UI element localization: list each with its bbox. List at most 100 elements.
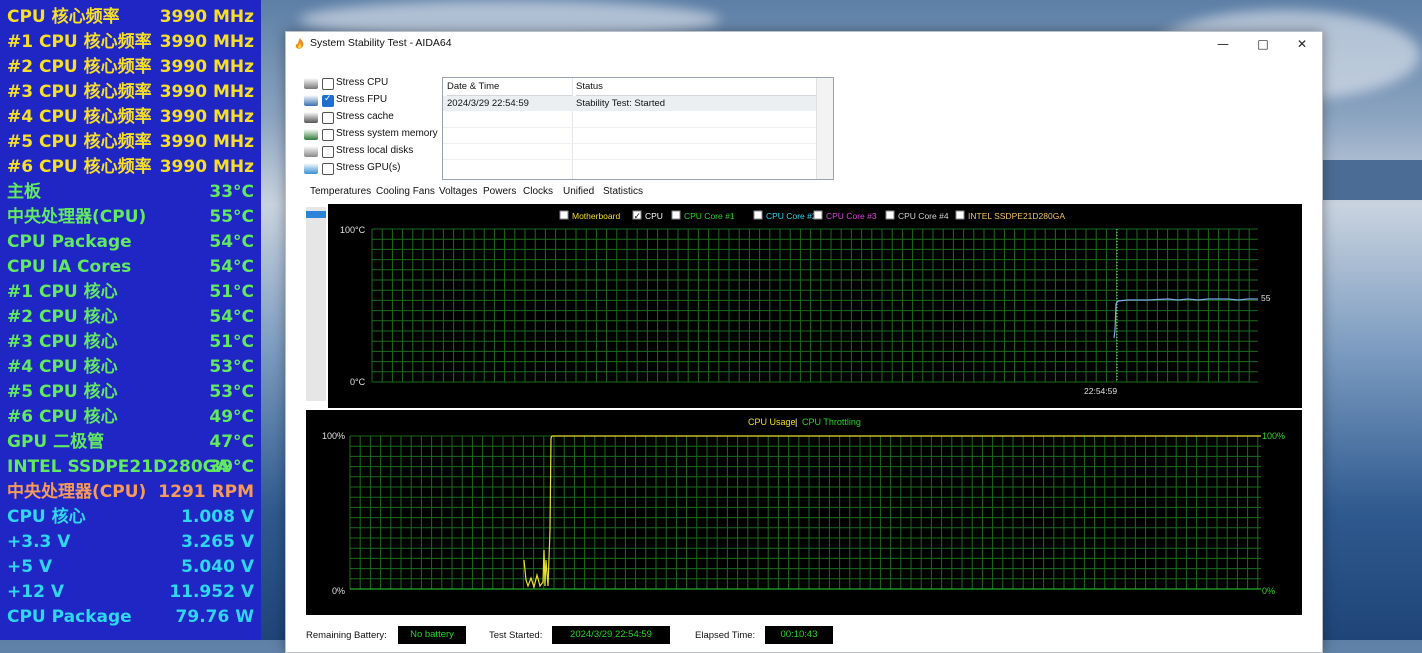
osd-row: #2 CPU 核心频率 3990 MHz [0, 55, 261, 80]
tab-statistics[interactable]: Statistics [603, 186, 643, 197]
desktop-mountains [1321, 160, 1422, 200]
usage-title-separator: | [795, 417, 797, 427]
maximize-icon[interactable]: □ [1244, 32, 1282, 56]
legend-checkbox[interactable] [813, 210, 823, 220]
osd-row: CPU 核心频率 3990 MHz [0, 5, 261, 30]
legend-item-label: CPU Core #1 [684, 211, 735, 221]
osd-row-value: 53°C [209, 357, 254, 377]
status-log-table[interactable]: Date & Time Status 2024/3/29 22:54:59 St… [442, 77, 834, 180]
osd-row-label: #5 CPU 核心 [7, 382, 118, 402]
column-header-date[interactable]: Date & Time [447, 78, 572, 96]
sensor-osd-panel: CPU 核心频率 3990 MHz #1 CPU 核心频率 3990 MHz #2 CP… [0, 0, 261, 640]
legend-checkbox[interactable] [559, 210, 569, 220]
stress-option-checkbox[interactable] [322, 78, 334, 90]
minimize-icon[interactable]: — [1204, 32, 1242, 56]
osd-row-label: #6 CPU 核心 [7, 407, 118, 427]
legend-checkbox[interactable] [885, 210, 895, 220]
tab-clocks[interactable]: Clocks [523, 186, 553, 197]
battery-value: No battery [398, 626, 466, 644]
osd-row-value: 3990 MHz [159, 7, 254, 27]
stress-option[interactable]: Stress FPU [304, 93, 444, 109]
osd-row: CPU IA Cores 54°C [0, 255, 261, 280]
temp-current-value-label: 55 [1261, 293, 1271, 303]
temp-time-label: 22:54:59 [1084, 386, 1117, 396]
legend-item-label: CPU [645, 211, 663, 221]
graph-list-scrollbar[interactable] [306, 207, 326, 401]
stress-option-label: Stress cache [336, 111, 394, 122]
elapsed-time-value: 00:10:43 [765, 626, 833, 644]
osd-row-label: INTEL SSDPE21D280GA [7, 457, 230, 477]
usage-grid [349, 435, 1261, 590]
legend-item-label: INTEL SSDPE21D280GA [968, 211, 1065, 221]
stress-option-checkbox[interactable] [322, 93, 334, 107]
column-divider [572, 78, 573, 179]
legend-checkbox[interactable] [753, 210, 763, 220]
osd-row: #3 CPU 核心频率 3990 MHz [0, 80, 261, 105]
window-title: System Stability Test - AIDA64 [310, 37, 452, 49]
stress-option-label: Stress system memory [336, 128, 438, 139]
osd-row-label: +3.3 V [7, 532, 71, 552]
tab-voltages[interactable]: Voltages [439, 186, 477, 197]
stress-option-checkbox[interactable] [322, 129, 334, 141]
osd-row-label: CPU IA Cores [7, 257, 132, 277]
osd-row-value: 3990 MHz [159, 82, 254, 102]
legend-checkbox[interactable] [955, 210, 965, 220]
legend-item-label: CPU Core #2 [766, 211, 817, 221]
tab-temperatures[interactable]: Temperatures [310, 186, 371, 197]
stress-option[interactable]: Stress cache [304, 110, 444, 126]
osd-row-value: 54°C [209, 257, 254, 277]
table-scrollbar[interactable] [816, 78, 833, 179]
osd-row-label: #5 CPU 核心频率 [7, 132, 152, 152]
legend-checkbox[interactable] [671, 210, 681, 220]
stress-option[interactable]: Stress system memory [304, 127, 444, 143]
osd-row-label: +12 V [7, 582, 64, 602]
stress-option-checkbox[interactable] [322, 112, 334, 124]
usage-y-bottom-right-label: 0% [1262, 586, 1275, 596]
osd-row-value: 3.265 V [181, 532, 254, 552]
osd-row-value: 51°C [209, 282, 254, 302]
osd-row-value: 51°C [209, 332, 254, 352]
stress-option-checkbox[interactable] [322, 163, 334, 175]
cpu-temperature-series [1113, 298, 1258, 339]
row-divider [443, 143, 816, 144]
osd-row-label: #3 CPU 核心频率 [7, 82, 152, 102]
osd-row-label: #6 CPU 核心频率 [7, 157, 152, 177]
osd-row-value: 1291 RPM [158, 482, 254, 502]
usage-title-left: CPU Usage [748, 417, 796, 427]
stress-option[interactable]: Stress GPU(s) [304, 161, 444, 177]
osd-row: #6 CPU 核心 49°C [0, 405, 261, 430]
osd-row-value: 3990 MHz [159, 57, 254, 77]
osd-row: GPU 二极管 47°C [0, 430, 261, 455]
osd-row-label: #2 CPU 核心频率 [7, 57, 152, 77]
stress-option[interactable]: Stress local disks [304, 144, 444, 160]
stress-option-checkbox[interactable] [322, 146, 334, 158]
status-text-cell: Stability Test: Started [576, 98, 666, 109]
osd-row: +12 V 11.952 V [0, 580, 261, 605]
aida64-flame-icon [295, 38, 304, 49]
usage-title-right: CPU Throttling [802, 417, 861, 427]
close-icon[interactable]: ✕ [1283, 32, 1321, 56]
title-bar[interactable]: System Stability Test - AIDA64 — □ ✕ [286, 32, 1322, 56]
osd-row: #5 CPU 核心频率 3990 MHz [0, 130, 261, 155]
elapsed-time-label: Elapsed Time: [695, 630, 756, 641]
cpu-icon [304, 78, 318, 89]
osd-row-label: #4 CPU 核心 [7, 357, 118, 377]
osd-row-label: #4 CPU 核心频率 [7, 107, 152, 127]
osd-row-value: 49°C [209, 407, 254, 427]
fpu-icon [304, 95, 318, 106]
tab-unified[interactable]: Unified [563, 186, 594, 197]
osd-row-label: CPU Package [7, 607, 132, 627]
graph-list-scroll-thumb[interactable] [306, 211, 326, 218]
tab-powers[interactable]: Powers [483, 186, 516, 197]
tab-cooling-fans[interactable]: Cooling Fans [376, 186, 435, 197]
osd-row-label: #3 CPU 核心 [7, 332, 118, 352]
column-header-status[interactable]: Status [576, 78, 816, 96]
osd-row: +3.3 V 3.265 V [0, 530, 261, 555]
osd-row: CPU 核心 1.008 V [0, 505, 261, 530]
stress-option-label: Stress local disks [336, 145, 414, 156]
stability-test-window: System Stability Test - AIDA64 — □ ✕ Str… [285, 31, 1323, 653]
osd-row-label: CPU Package [7, 232, 132, 252]
usage-y-bottom-left-label: 0% [332, 586, 345, 596]
stress-option[interactable]: Stress CPU [304, 76, 444, 92]
osd-row: 主板 33°C [0, 180, 261, 205]
